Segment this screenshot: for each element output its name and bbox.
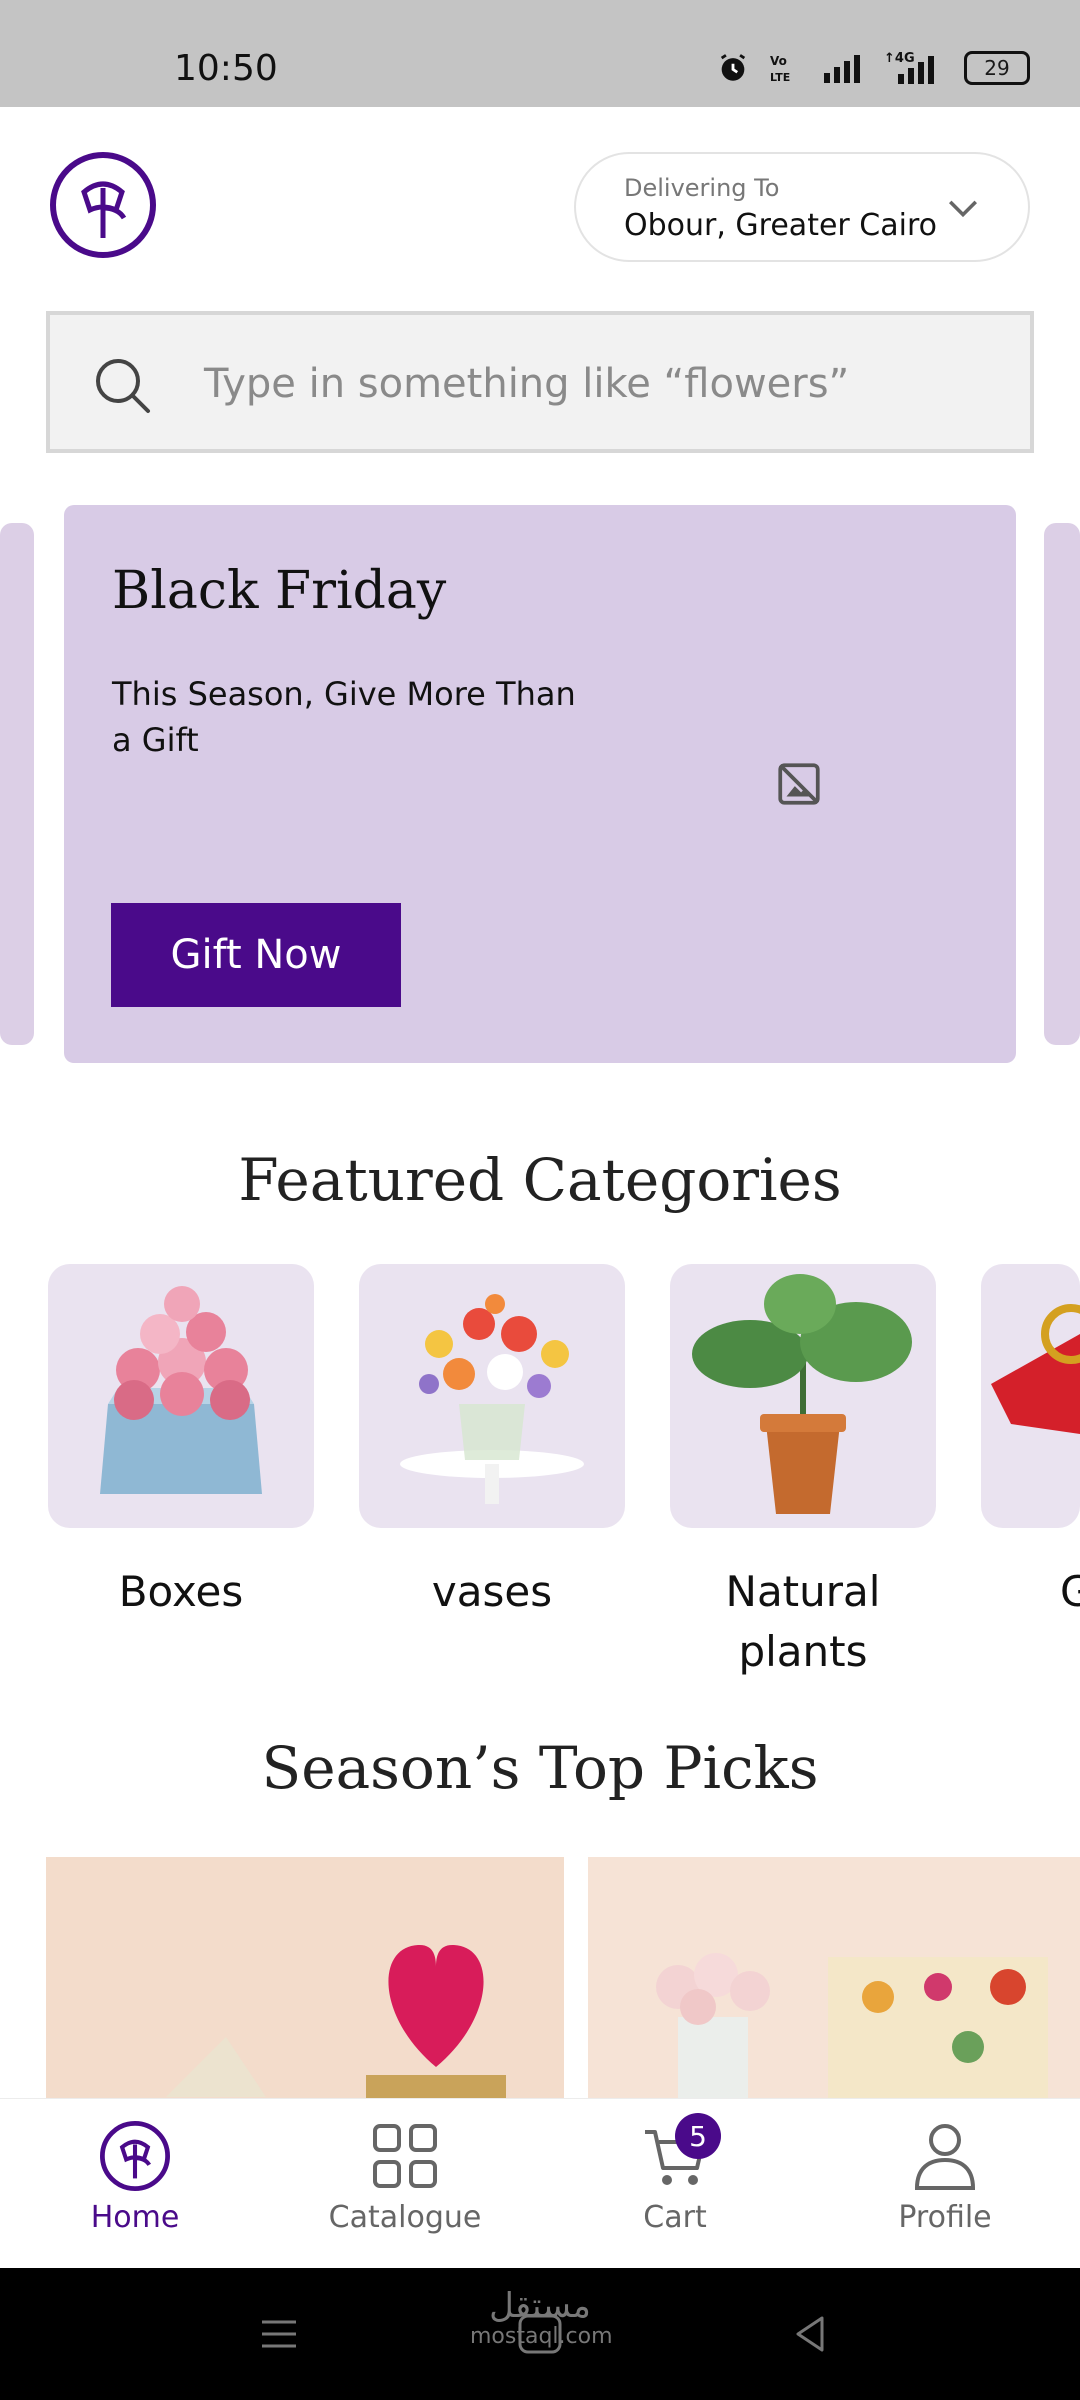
watermark-latin: mostaql.com: [470, 2324, 613, 2349]
nav-catalogue-label: Catalogue: [328, 2200, 482, 2235]
category-card-natural-plants[interactable]: [670, 1264, 936, 1528]
menu-icon[interactable]: [258, 2314, 300, 2354]
brand-logo[interactable]: [50, 152, 156, 258]
top-picks-title: Season’s Top Picks: [261, 1734, 819, 1802]
banner-title: Black Friday: [112, 561, 447, 621]
category-label-boxes: Boxes: [118, 1567, 244, 1616]
nav-catalogue[interactable]: Catalogue: [305, 2120, 505, 2250]
volte-icon: Vo LTE: [770, 54, 790, 84]
gift-image: [991, 1304, 1080, 1434]
delivery-location-value: Obour, Greater Cairo: [624, 208, 937, 243]
signal-4g-icon: ↑4G: [884, 51, 934, 84]
category-card-partial[interactable]: [981, 1264, 1080, 1528]
top-pick-card-2[interactable]: [588, 1857, 1080, 2102]
nav-profile[interactable]: Profile: [845, 2120, 1045, 2250]
grid-icon: [373, 2124, 437, 2188]
promo-banner[interactable]: Black Friday This Season, Give More Than…: [64, 505, 1016, 1063]
heart-gift-image: [166, 1944, 506, 2102]
featured-categories-title: Featured Categories: [238, 1146, 842, 1214]
gift-now-button[interactable]: Gift Now: [111, 903, 401, 1007]
chevron-down-icon: [948, 200, 978, 218]
battery-icon: 29: [964, 51, 1030, 85]
banner-next-slide[interactable]: [1044, 523, 1080, 1045]
status-time: 10:50: [174, 48, 278, 89]
signal-icon: [824, 55, 860, 83]
flower-box-image: [100, 1286, 262, 1494]
delivery-location-selector[interactable]: Delivering To Obour, Greater Cairo: [574, 152, 1030, 262]
roses-box-image: [656, 1953, 1048, 2102]
svg-text:LTE: LTE: [770, 71, 790, 84]
banner-previous-slide[interactable]: [0, 523, 34, 1045]
potted-plant-image: [692, 1274, 912, 1514]
svg-text:↑4G: ↑4G: [884, 51, 915, 66]
watermark-arabic: مستقل: [489, 2286, 591, 2326]
cart-count-badge: 5: [675, 2113, 721, 2159]
delivering-to-label: Delivering To: [624, 174, 780, 202]
category-label-partial: G: [1060, 1567, 1080, 1616]
search-placeholder: Type in something like “flowers”: [204, 361, 850, 407]
category-label-vases: vases: [431, 1567, 553, 1616]
nav-home[interactable]: Home: [35, 2120, 235, 2250]
category-card-vases[interactable]: [359, 1264, 625, 1528]
alarm-icon: [720, 54, 746, 81]
broken-image-icon: [778, 763, 820, 805]
nav-cart-label: Cart: [643, 2200, 707, 2235]
status-icons: Vo LTE ↑4G 29: [716, 50, 1030, 86]
top-pick-card-1[interactable]: [46, 1857, 564, 2102]
search-icon: [96, 359, 150, 413]
svg-text:Vo: Vo: [770, 54, 787, 68]
back-icon[interactable]: [790, 2314, 830, 2354]
user-icon: [914, 2124, 976, 2190]
category-label-natural-plants: Natural plants: [725, 1567, 881, 1676]
nav-profile-label: Profile: [898, 2200, 992, 2235]
category-card-boxes[interactable]: [48, 1264, 314, 1528]
watermark: مستقل mostaql.com: [470, 2286, 613, 2350]
flower-vase-image: [400, 1294, 584, 1504]
banner-subtitle: This Season, Give More Than a Gift: [112, 675, 576, 759]
nav-home-label: Home: [90, 2200, 180, 2235]
home-logo-icon: [100, 2121, 170, 2191]
search-input[interactable]: Type in something like “flowers”: [46, 311, 1034, 453]
